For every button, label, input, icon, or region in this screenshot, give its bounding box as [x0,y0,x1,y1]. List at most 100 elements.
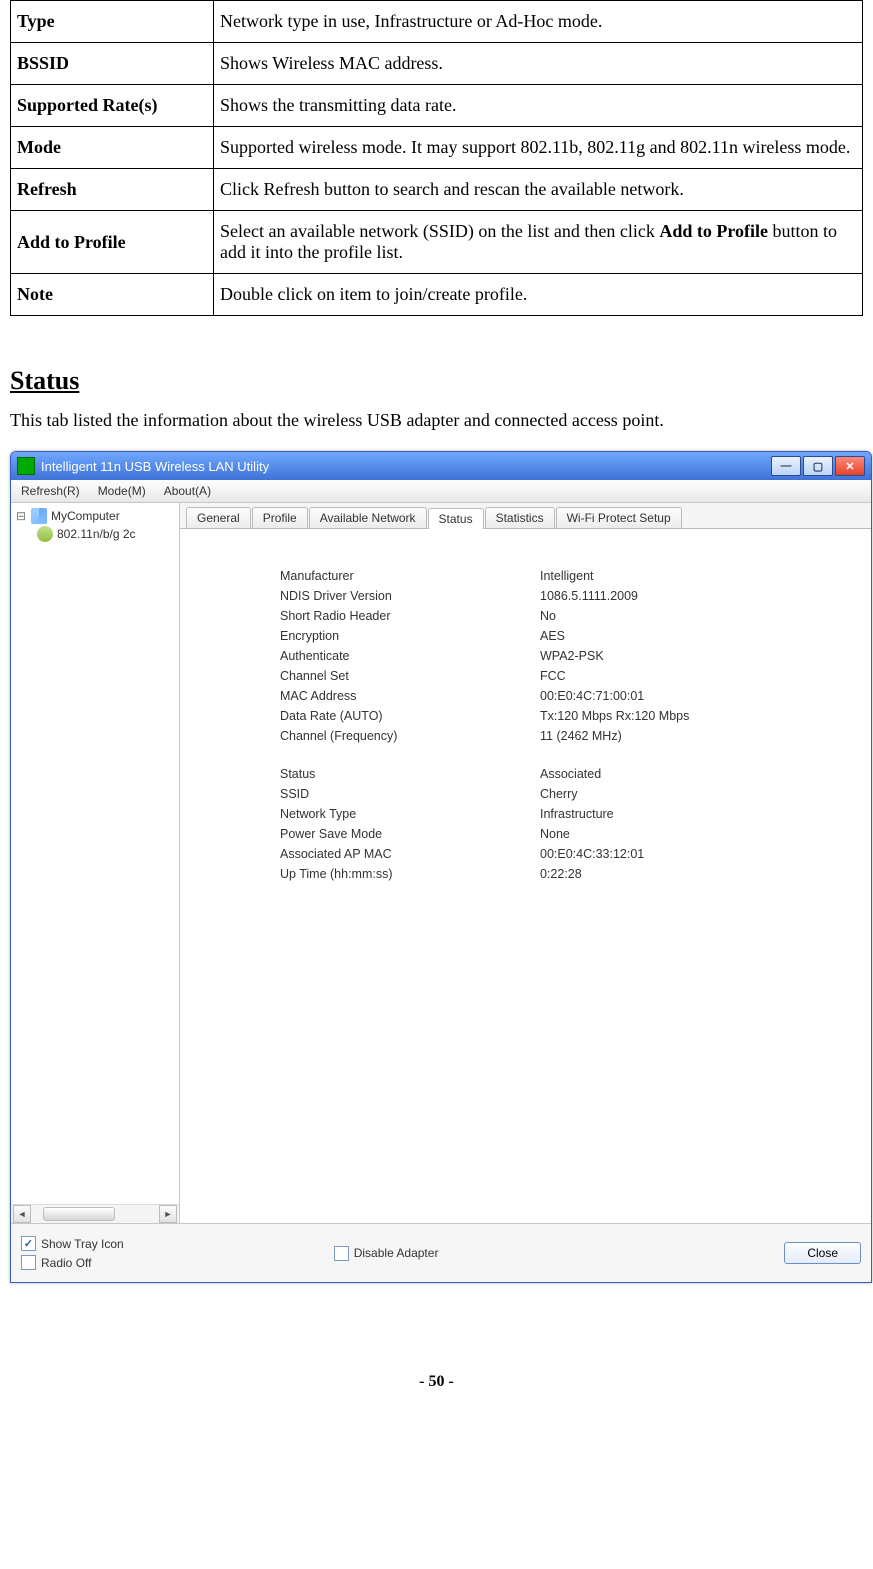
status-row: EncryptionAES [280,629,851,643]
tab-profile[interactable]: Profile [252,507,308,528]
status-key: Manufacturer [280,569,540,583]
computer-icon [31,508,47,524]
tree-collapse-icon[interactable]: ⊟ [15,509,27,523]
tab-general[interactable]: General [186,507,251,528]
status-value: FCC [540,669,851,683]
checkbox-unchecked-icon [21,1255,36,1270]
status-key: MAC Address [280,689,540,703]
definition-row: ModeSupported wireless mode. It may supp… [11,127,863,169]
status-row: MAC Address00:E0:4C:71:00:01 [280,689,851,703]
definition-term: Refresh [11,169,214,211]
menu-refresh[interactable]: Refresh(R) [21,484,80,498]
status-key: Network Type [280,807,540,821]
radio-off-checkbox[interactable]: Radio Off [21,1255,124,1270]
minimize-button[interactable]: — [771,456,801,476]
tab-available-network[interactable]: Available Network [309,507,427,528]
status-value: None [540,827,851,841]
scroll-left-icon[interactable]: ◄ [13,1205,31,1223]
definition-desc: Click Refresh button to search and resca… [214,169,863,211]
status-value: 0:22:28 [540,867,851,881]
app-icon [17,457,35,475]
status-key: SSID [280,787,540,801]
show-tray-checkbox[interactable]: ✓ Show Tray Icon [21,1236,124,1251]
definition-term: BSSID [11,43,214,85]
tree-root-label: MyComputer [51,509,120,523]
checkbox-checked-icon: ✓ [21,1236,36,1251]
scroll-right-icon[interactable]: ► [159,1205,177,1223]
status-value: Associated [540,767,851,781]
status-row: ManufacturerIntelligent [280,569,851,583]
status-key: Channel Set [280,669,540,683]
status-row: Channel (Frequency)11 (2462 MHz) [280,729,851,743]
tab-strip: GeneralProfileAvailable NetworkStatusSta… [180,503,871,529]
window-title: Intelligent 11n USB Wireless LAN Utility [41,459,269,474]
definition-term: Type [11,1,214,43]
tree-root[interactable]: ⊟ MyComputer [11,507,179,525]
disable-adapter-checkbox[interactable]: Disable Adapter [334,1246,439,1261]
menu-bar: Refresh(R) Mode(M) About(A) [11,480,871,503]
status-tab-body: ManufacturerIntelligent NDIS Driver Versi… [180,529,871,1223]
status-value: WPA2-PSK [540,649,851,663]
status-value: 00:E0:4C:71:00:01 [540,689,851,703]
show-tray-label: Show Tray Icon [41,1237,124,1251]
status-value: 00:E0:4C:33:12:01 [540,847,851,861]
page-number: - 50 - [10,1373,863,1411]
status-value: 11 (2462 MHz) [540,729,851,743]
definition-desc: Select an available network (SSID) on th… [214,211,863,274]
definition-term: Note [11,274,214,316]
tree-pane: ⊟ MyComputer 802.11n/b/g 2c ◄ ► [11,503,180,1223]
close-window-button[interactable]: ✕ [835,456,865,476]
status-value: Infrastructure [540,807,851,821]
checkbox-unchecked-icon [334,1246,349,1261]
maximize-button[interactable]: ▢ [803,456,833,476]
status-value: Cherry [540,787,851,801]
status-row: Short Radio HeaderNo [280,609,851,623]
definitions-table: TypeNetwork type in use, Infrastructure … [10,0,863,316]
tab-wi-fi-protect-setup[interactable]: Wi-Fi Protect Setup [556,507,682,528]
status-row: Associated AP MAC00:E0:4C:33:12:01 [280,847,851,861]
status-key: NDIS Driver Version [280,589,540,603]
status-key: Status [280,767,540,781]
status-key: Associated AP MAC [280,847,540,861]
app-window: Intelligent 11n USB Wireless LAN Utility… [10,451,872,1283]
status-row: AuthenticateWPA2-PSK [280,649,851,663]
tree-child[interactable]: 802.11n/b/g 2c [11,525,179,543]
definition-row: Supported Rate(s)Shows the transmitting … [11,85,863,127]
tab-status[interactable]: Status [428,508,484,529]
menu-about[interactable]: About(A) [164,484,211,498]
definition-desc: Network type in use, Infrastructure or A… [214,1,863,43]
radio-off-label: Radio Off [41,1256,91,1270]
definition-row: Add to ProfileSelect an available networ… [11,211,863,274]
definition-desc: Shows the transmitting data rate. [214,85,863,127]
scroll-thumb[interactable] [43,1207,115,1221]
status-row: Up Time (hh:mm:ss)0:22:28 [280,867,851,881]
status-key: Data Rate (AUTO) [280,709,540,723]
definition-term: Mode [11,127,214,169]
adapter-icon [37,526,53,542]
close-button[interactable]: Close [784,1242,861,1264]
status-row: Power Save ModeNone [280,827,851,841]
status-row: Network TypeInfrastructure [280,807,851,821]
definition-desc: Shows Wireless MAC address. [214,43,863,85]
definition-row: NoteDouble click on item to join/create … [11,274,863,316]
status-key: Encryption [280,629,540,643]
section-intro: This tab listed the information about th… [10,410,863,431]
status-value: 1086.5.1111.2009 [540,589,851,603]
tab-statistics[interactable]: Statistics [485,507,555,528]
status-key: Power Save Mode [280,827,540,841]
disable-adapter-label: Disable Adapter [354,1246,439,1260]
status-row: NDIS Driver Version1086.5.1111.2009 [280,589,851,603]
section-heading: Status [10,366,863,396]
definition-row: RefreshClick Refresh button to search an… [11,169,863,211]
status-row: StatusAssociated [280,767,851,781]
tree-scrollbar[interactable]: ◄ ► [11,1204,179,1223]
definition-desc: Double click on item to join/create prof… [214,274,863,316]
definition-desc: Supported wireless mode. It may support … [214,127,863,169]
definition-row: TypeNetwork type in use, Infrastructure … [11,1,863,43]
status-key: Short Radio Header [280,609,540,623]
definition-term: Add to Profile [11,211,214,274]
status-value: No [540,609,851,623]
menu-mode[interactable]: Mode(M) [98,484,146,498]
status-value: Tx:120 Mbps Rx:120 Mbps [540,709,851,723]
status-key: Authenticate [280,649,540,663]
